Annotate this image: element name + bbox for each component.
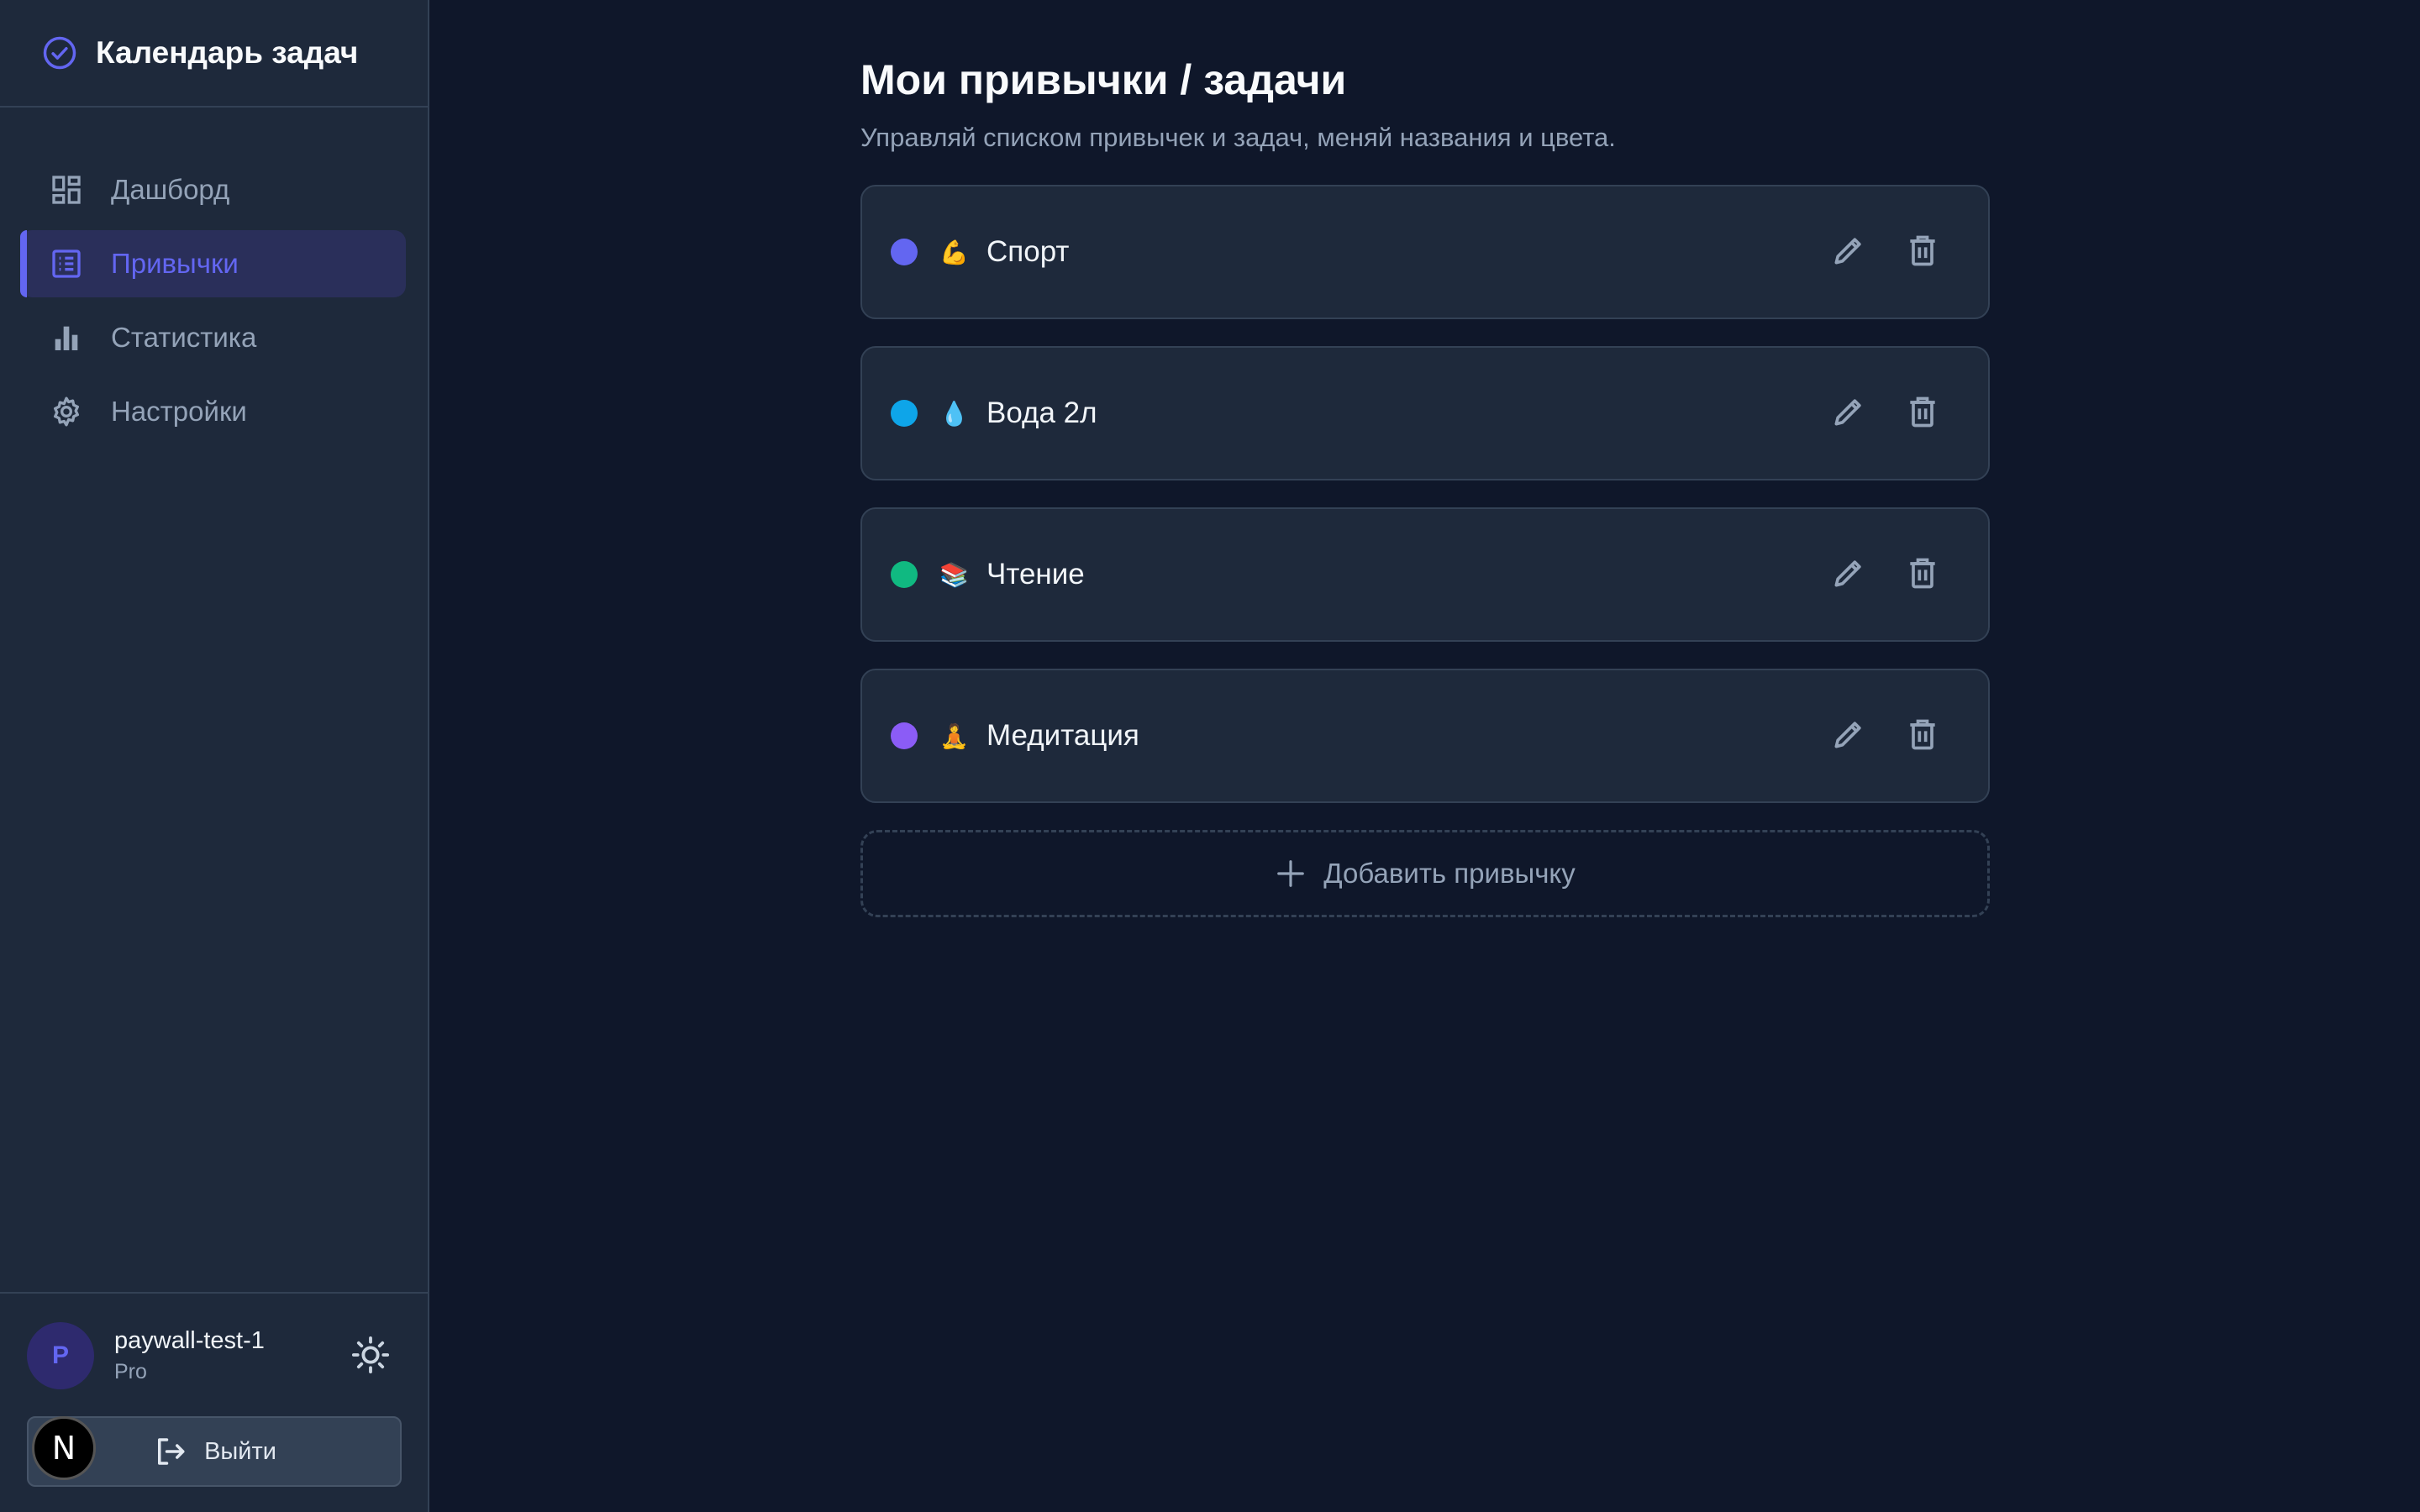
- next-dev-badge[interactable]: N: [32, 1416, 96, 1480]
- theme-toggle-button[interactable]: [348, 1334, 393, 1379]
- brand-header: Календарь задач: [0, 0, 428, 108]
- user-plan: Pro: [114, 1360, 147, 1383]
- trash-icon: [1904, 393, 1941, 434]
- trash-icon: [1904, 554, 1941, 596]
- sidebar-item-dashboard[interactable]: Дашборд: [20, 156, 406, 223]
- sidebar-item-label: Статистика: [111, 322, 257, 353]
- logout-icon: [152, 1434, 187, 1469]
- sidebar-item-statistics[interactable]: Статистика: [20, 304, 406, 371]
- habit-emoji-icon: 📚: [939, 560, 969, 589]
- habit-emoji-icon: 💪: [939, 238, 969, 266]
- bar-chart-icon: [49, 320, 84, 355]
- habit-item: 💪 Спорт: [860, 185, 1990, 319]
- main-content: Мои привычки / задачи Управляй списком п…: [860, 0, 1990, 917]
- add-habit-label: Добавить привычку: [1323, 858, 1576, 889]
- habit-name: Чтение: [986, 558, 1085, 591]
- habit-emoji-icon: 🧘: [939, 722, 969, 750]
- habit-name: Медитация: [986, 719, 1139, 752]
- color-dot: [891, 561, 918, 588]
- sidebar-item-label: Привычки: [111, 248, 239, 279]
- sidebar: Календарь задач Дашборд Привычки Статист…: [0, 0, 429, 1512]
- user-name: paywall-test-1: [114, 1327, 265, 1354]
- gear-icon: [49, 394, 84, 429]
- user-profile: P paywall-test-1 Pro: [27, 1322, 265, 1389]
- sidebar-item-settings[interactable]: Настройки: [20, 378, 406, 445]
- habit-emoji-icon: 💧: [939, 399, 969, 428]
- habit-item: 📚 Чтение: [860, 507, 1990, 642]
- delete-button[interactable]: [1899, 551, 1946, 598]
- edit-button[interactable]: [1825, 712, 1872, 759]
- plus-icon: [1275, 858, 1307, 890]
- sidebar-nav: Дашборд Привычки Статистика Настройки: [0, 108, 428, 445]
- sun-icon: [351, 1336, 390, 1378]
- dashboard-icon: [49, 172, 84, 207]
- delete-button[interactable]: [1899, 712, 1946, 759]
- edit-button[interactable]: [1825, 551, 1872, 598]
- color-dot: [891, 722, 918, 749]
- delete-button[interactable]: [1899, 390, 1946, 437]
- pencil-icon: [1830, 232, 1867, 273]
- page-title: Мои привычки / задачи: [860, 56, 1347, 103]
- pencil-icon: [1830, 554, 1867, 596]
- edit-button[interactable]: [1825, 390, 1872, 437]
- sidebar-item-label: Дашборд: [111, 174, 230, 205]
- color-dot: [891, 239, 918, 265]
- delete-button[interactable]: [1899, 228, 1946, 276]
- sidebar-item-habits[interactable]: Привычки: [20, 230, 406, 297]
- avatar: P: [27, 1322, 94, 1389]
- pencil-icon: [1830, 393, 1867, 434]
- check-circle-icon: [42, 35, 77, 71]
- sidebar-item-label: Настройки: [111, 396, 247, 427]
- edit-button[interactable]: [1825, 228, 1872, 276]
- list-icon: [49, 246, 84, 281]
- app-title: Календарь задач: [96, 35, 359, 70]
- habit-name: Вода 2л: [986, 396, 1097, 429]
- habit-list: 💪 Спорт 💧 Вода 2л 📚 Чтение 🧘 Медитация: [860, 185, 1990, 803]
- pencil-icon: [1830, 716, 1867, 757]
- add-habit-button[interactable]: Добавить привычку: [860, 830, 1990, 917]
- color-dot: [891, 400, 918, 427]
- habit-item: 🧘 Медитация: [860, 669, 1990, 803]
- habit-item: 💧 Вода 2л: [860, 346, 1990, 480]
- habit-name: Спорт: [986, 235, 1070, 268]
- page-subtitle: Управляй списком привычек и задач, меняй…: [860, 123, 1616, 152]
- trash-icon: [1904, 232, 1941, 273]
- trash-icon: [1904, 716, 1941, 757]
- logout-label: Выйти: [204, 1437, 276, 1465]
